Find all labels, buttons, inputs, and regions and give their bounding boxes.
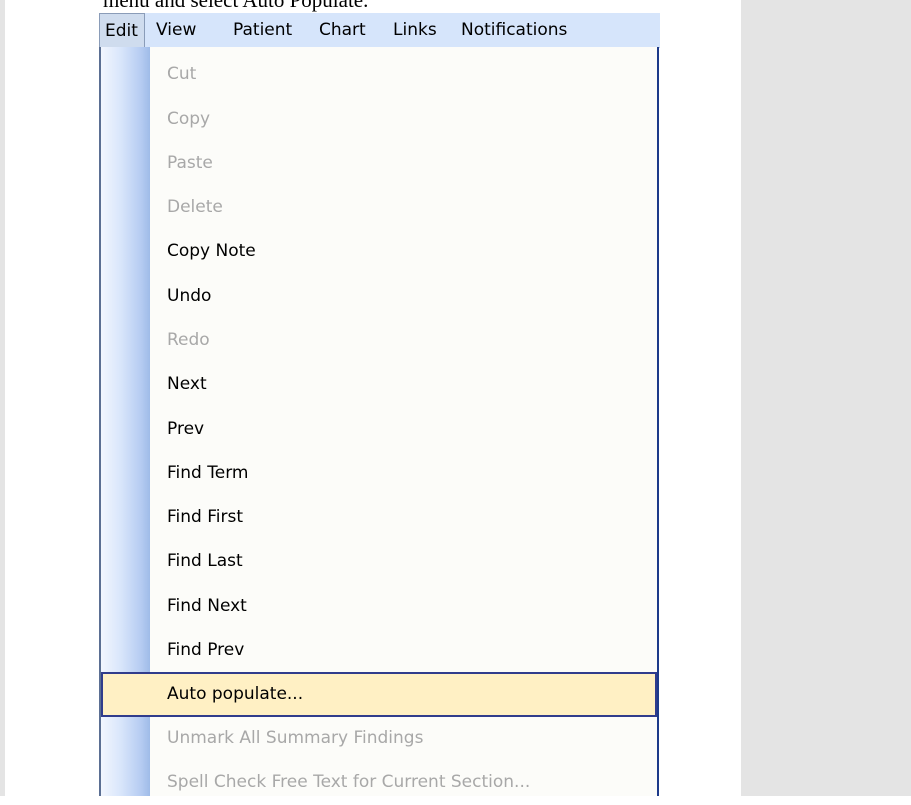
menu-item-copy-note[interactable]: Copy Note <box>101 229 657 274</box>
menu-item-delete[interactable]: Delete <box>101 185 657 230</box>
menu-item-unmark-all-summary-findings[interactable]: Unmark All Summary Findings <box>101 716 657 761</box>
menu-item-label: Undo <box>167 286 212 306</box>
menu-item-label: Auto populate... <box>167 684 304 704</box>
edit-dropdown-menu: Cut Copy Paste Delete Copy Note Undo Red… <box>99 47 659 796</box>
menu-patient[interactable]: Patient <box>233 13 292 47</box>
menu-item-label: Paste <box>167 153 213 173</box>
page-frame-left <box>0 0 5 796</box>
menu-item-label: Find First <box>167 507 244 527</box>
menu-item-label: Next <box>167 374 207 394</box>
menu-item-label: Unmark All Summary Findings <box>167 728 424 748</box>
menu-item-redo[interactable]: Redo <box>101 318 657 363</box>
menu-item-cut[interactable]: Cut <box>101 52 657 97</box>
menu-item-undo[interactable]: Undo <box>101 274 657 319</box>
menu-item-label: Copy Note <box>167 241 256 261</box>
menu-edit[interactable]: Edit <box>99 13 145 47</box>
menu-item-label: Find Next <box>167 596 247 616</box>
menu-item-find-term[interactable]: Find Term <box>101 451 657 496</box>
menu-item-auto-populate[interactable]: Auto populate... <box>101 672 657 717</box>
menu-item-label: Find Last <box>167 551 243 571</box>
menu-item-find-prev[interactable]: Find Prev <box>101 628 657 673</box>
menu-notifications[interactable]: Notifications <box>461 13 567 47</box>
menu-item-find-last[interactable]: Find Last <box>101 539 657 584</box>
menu-item-label: Prev <box>167 419 205 439</box>
menu-item-find-next[interactable]: Find Next <box>101 584 657 629</box>
page-frame-right <box>741 0 911 796</box>
menu-item-prev[interactable]: Prev <box>101 407 657 452</box>
menu-item-paste[interactable]: Paste <box>101 141 657 186</box>
menu-item-label: Copy <box>167 109 211 129</box>
menu-item-label: Find Prev <box>167 640 245 660</box>
instruction-caption: menu and select Auto Populate. <box>103 0 369 12</box>
menu-item-label: Spell Check Free Text for Current Sectio… <box>167 772 531 792</box>
menu-bar: Edit View Patient Chart Links Notificati… <box>99 13 660 48</box>
menu-item-label: Redo <box>167 330 210 350</box>
menu-item-next[interactable]: Next <box>101 362 657 407</box>
menu-chart[interactable]: Chart <box>319 13 366 47</box>
menu-item-label: Find Term <box>167 463 249 483</box>
menu-item-find-first[interactable]: Find First <box>101 495 657 540</box>
menu-item-copy[interactable]: Copy <box>101 97 657 142</box>
menu-item-label: Delete <box>167 197 223 217</box>
menu-item-label: Cut <box>167 64 197 84</box>
menu-item-spell-check[interactable]: Spell Check Free Text for Current Sectio… <box>101 760 657 805</box>
menu-links[interactable]: Links <box>393 13 437 47</box>
menu-view[interactable]: View <box>156 13 196 47</box>
